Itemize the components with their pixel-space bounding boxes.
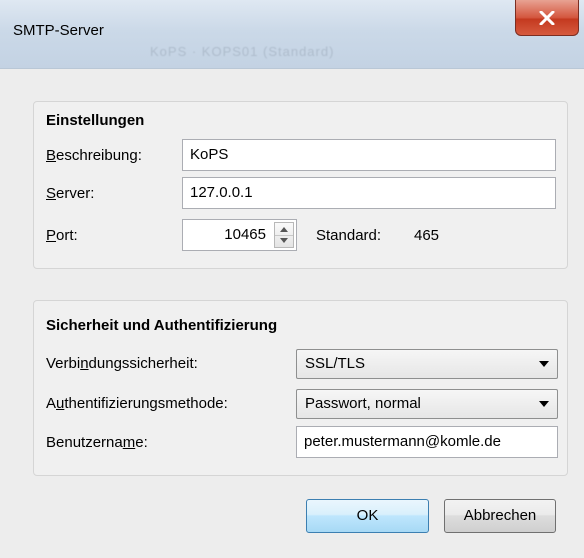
cancel-button[interactable]: Abbrechen [444, 499, 556, 533]
auth-method-label: Authentifizierungsmethode: [46, 395, 228, 412]
server-label: Server: [46, 185, 95, 202]
port-default-value: 465 [414, 227, 440, 244]
group-title: Einstellungen [46, 112, 145, 129]
chevron-down-icon [539, 401, 549, 407]
connection-security-label: Verbindungssicherheit: [46, 355, 198, 372]
close-button[interactable] [515, 0, 579, 36]
port-default-label: Standard: [316, 227, 382, 244]
auth-method-select[interactable]: Passwort, normal [296, 389, 558, 419]
description-label: Beschreibung: [46, 147, 142, 164]
spin-buttons[interactable] [274, 222, 294, 248]
port-stepper[interactable]: 10465 [182, 219, 297, 251]
background-window-text: KoPS · KOPS01 (Standard) [150, 44, 335, 59]
close-icon [539, 10, 555, 25]
dialog-body: Einstellungen Beschreibung: KoPS Server:… [0, 69, 584, 558]
server-field[interactable]: 127.0.0.1 [182, 177, 556, 209]
description-field[interactable]: KoPS [182, 139, 556, 171]
port-value: 10465 [224, 226, 266, 243]
arrow-up-icon[interactable] [280, 227, 288, 232]
username-label: Benutzername: [46, 434, 148, 451]
connection-security-select[interactable]: SSL/TLS [296, 349, 558, 379]
port-label: Port: [46, 227, 78, 244]
ok-button[interactable]: OK [306, 499, 429, 533]
group-title: Sicherheit und Authentifizierung [46, 317, 278, 334]
settings-group: Einstellungen Beschreibung: KoPS Server:… [33, 101, 568, 269]
security-group: Sicherheit und Authentifizierung Verbind… [33, 300, 568, 476]
spin-divider [275, 235, 293, 236]
auth-method-value: Passwort, normal [305, 395, 421, 412]
title-bar[interactable]: KoPS · KOPS01 (Standard) SMTP-Server [0, 0, 584, 69]
connection-security-value: SSL/TLS [305, 355, 366, 372]
username-field[interactable]: peter.mustermann@komle.de [296, 426, 558, 458]
window-title: SMTP-Server [13, 22, 104, 39]
chevron-down-icon [539, 361, 549, 367]
arrow-down-icon[interactable] [280, 238, 288, 243]
